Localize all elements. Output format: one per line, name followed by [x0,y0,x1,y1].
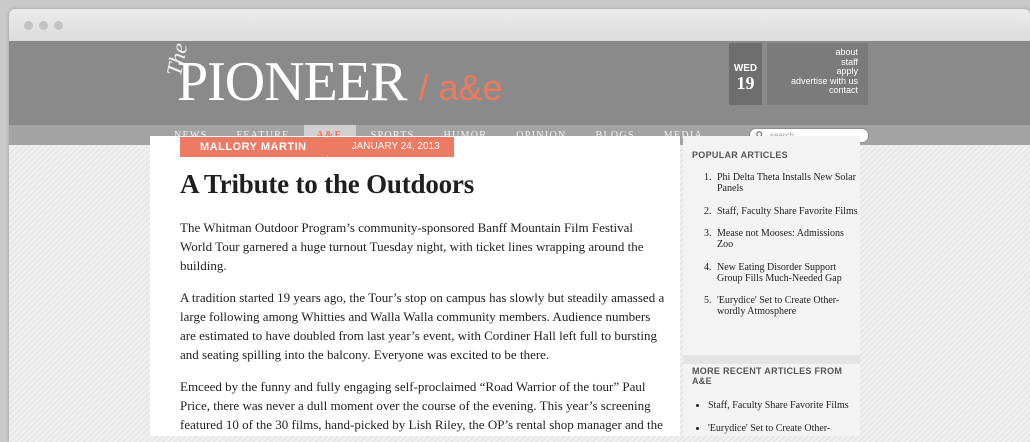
author-tag[interactable]: MALLORY MARTIN [180,137,337,157]
popular-item[interactable]: Phi Delta Theta Installs New Solar Panel… [714,172,860,194]
date-day-number: 19 [736,73,755,93]
recent-item[interactable]: Staff, Faculty Share Favorite Films [708,400,852,411]
util-link-contact[interactable]: contact [767,85,858,96]
article-paragraph: The Whitman Outdoor Program’s community-… [180,220,644,273]
popular-item[interactable]: 'Eurydice' Set to Create Other-wordly At… [714,295,860,317]
publish-date: JANUARY 24, 2013 [327,137,454,157]
popular-item[interactable]: New Eating Disorder Support Group Fills … [714,262,860,284]
date-box: WED 19 [729,43,762,105]
popular-item[interactable]: Staff, Faculty Share Favorite Films [714,206,860,217]
logo-section-text: / a&e [418,67,503,108]
masthead: The PIONEER / a&e WED 19 about staff app… [9,41,1030,125]
article-paragraph: Emceed by the funny and fully engaging s… [180,379,663,432]
popular-articles: POPULAR ARTICLES Phi Delta Theta Install… [692,150,860,329]
byline: MALLORY MARTIN JANUARY 24, 2013 [180,137,454,157]
window-minimize-dot[interactable] [39,21,48,30]
article-paragraph: A tradition started 19 years ago, the To… [180,290,665,362]
recent-item[interactable]: 'Eurydice' Set to Create Other- [708,423,852,434]
utility-links: about staff apply advertise with us cont… [767,43,868,105]
recent-list: Staff, Faculty Share Favorite Films 'Eur… [692,400,852,434]
recent-articles: MORE RECENT ARTICLES FROM A&E Staff, Fac… [692,366,852,442]
popular-list: Phi Delta Theta Installs New Solar Panel… [692,172,860,317]
recent-heading: MORE RECENT ARTICLES FROM A&E [692,366,843,386]
site-logo[interactable]: The PIONEER / a&e [159,41,503,113]
window-zoom-dot[interactable] [54,21,63,30]
article-title: A Tribute to the Outdoors [180,169,475,199]
popular-item[interactable]: Mease not Mooses: Admissions Zoo [714,228,860,250]
popular-heading: POPULAR ARTICLES [692,150,788,160]
article-body: The Whitman Outdoor Program’s community-… [180,218,668,442]
window-close-dot[interactable] [24,21,33,30]
sidebar-divider [683,355,860,364]
browser-titlebar [9,9,1030,41]
logo-pioneer-text: PIONEER [177,51,407,113]
